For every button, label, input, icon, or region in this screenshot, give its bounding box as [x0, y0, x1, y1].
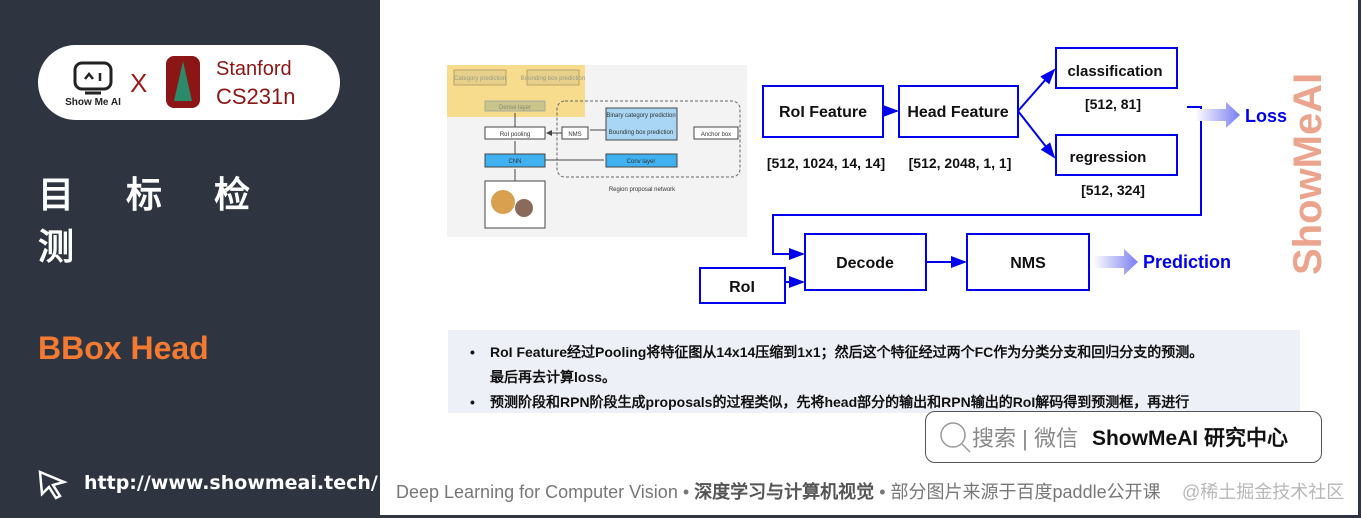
diagram: Category prediction Bounding box predict… [447, 47, 1330, 304]
footer-watermark: @稀土掘金技术社区 [1182, 482, 1345, 502]
showmeai-watermark: ShowMeAI [1286, 73, 1330, 275]
notes-box: RoI Feature经过Pooling将特征图从14x14压缩到1x1；然后这… [448, 330, 1300, 415]
svg-text:Anchor box: Anchor box [701, 132, 731, 138]
head-feature-label: Head Feature [907, 104, 1008, 121]
footer-source: 部分图片来源于百度paddle公开课 [890, 482, 1161, 502]
svg-text:Bounding box prediction: Bounding box prediction [609, 130, 673, 136]
nms-label: NMS [1010, 255, 1046, 272]
classification-label: classification [1067, 63, 1162, 80]
footer-cn: 深度学习与计算机视觉 [694, 482, 875, 502]
svg-text:Category prediction: Category prediction [454, 76, 506, 82]
section-title: BBox Head [38, 330, 209, 366]
svg-text:NMS: NMS [568, 132, 581, 138]
search-brand: ShowMeAI 研究中心 [1091, 427, 1288, 450]
loss-label: Loss [1245, 106, 1287, 126]
prediction-arrow-icon [1093, 249, 1138, 275]
svg-text:Binary category prediction: Binary category prediction [606, 113, 675, 119]
svg-text:Region proposal network: Region proposal network [609, 187, 676, 193]
bullet-item: RoI Feature经过Pooling将特征图从14x14压缩到1x1；然后这… [470, 340, 1300, 365]
footer-course: Deep Learning for Computer Vision [396, 482, 678, 502]
footer: Deep Learning for Computer Vision • 深度学习… [396, 478, 1344, 504]
bullet-continuation: 最后再去计算loss。 [490, 369, 617, 385]
footer-sep: • [682, 482, 690, 502]
roi-label: RoI [729, 279, 755, 296]
classification-shape: [512, 81] [1085, 96, 1141, 112]
prediction-label: Prediction [1143, 252, 1231, 272]
roi-feature-label: RoI Feature [779, 104, 867, 121]
cursor-icon [38, 470, 68, 500]
svg-text:Bounding box prediction: Bounding box prediction [521, 76, 585, 82]
roi-feature-shape: [512, 1024, 14, 14] [767, 155, 885, 171]
regression-shape: [512, 324] [1081, 182, 1145, 198]
website-link[interactable]: http://www.showmeai.tech/ [84, 472, 378, 494]
search-label: 搜索 | 微信 [972, 426, 1078, 451]
svg-text:Dense layer: Dense layer [499, 105, 531, 111]
search-icon [940, 422, 971, 453]
faster-rcnn-thumbnail: Category prediction Bounding box predict… [447, 65, 747, 237]
decode-label: Decode [836, 255, 894, 272]
svg-text:CNN: CNN [509, 159, 522, 165]
regression-label: regression [1070, 149, 1147, 166]
footer-sep: • [879, 482, 886, 502]
svg-text:Conv layer: Conv layer [627, 159, 656, 165]
head-feature-shape: [512, 2048, 1, 1] [909, 155, 1012, 171]
search-banner: 搜索 | 微信 ShowMeAI 研究中心 [925, 411, 1322, 463]
svg-text:RoI pooling: RoI pooling [500, 132, 530, 138]
